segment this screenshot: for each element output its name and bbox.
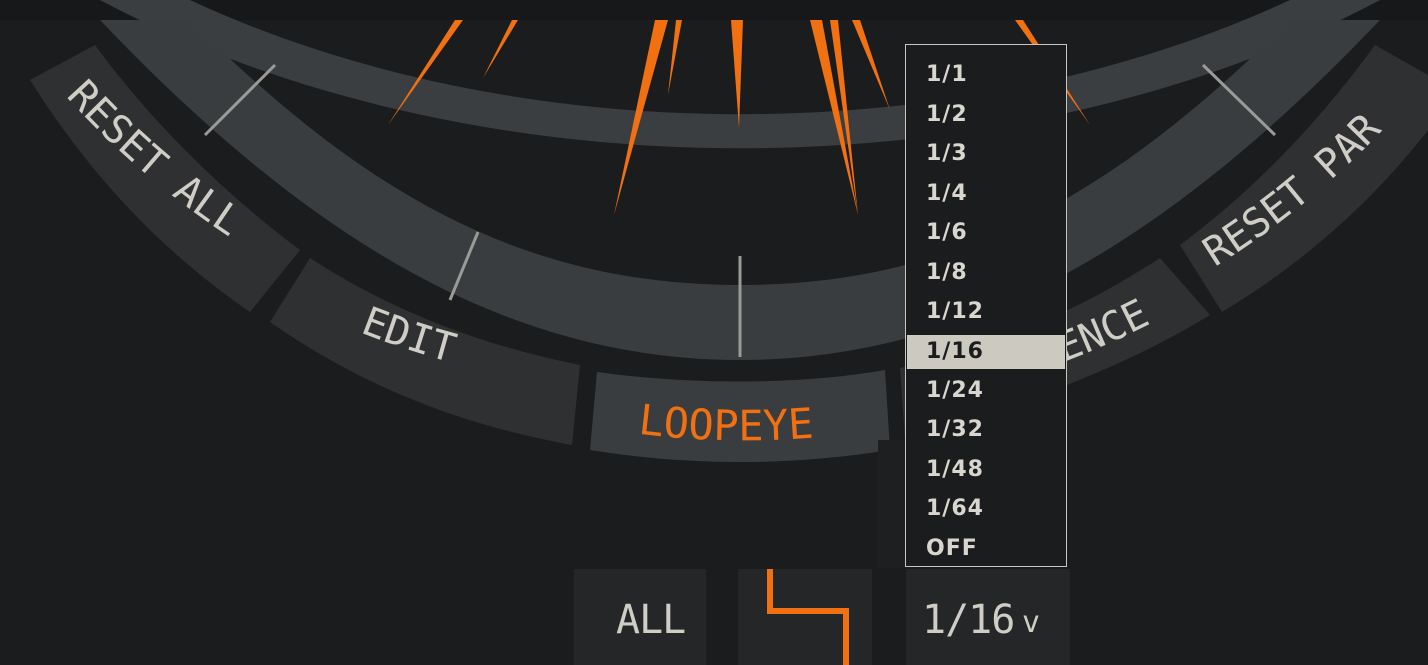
rate-option[interactable]: 1/6 — [906, 213, 1066, 253]
bottom-control-bar: ALL 1/16 v — [570, 569, 1070, 665]
rate-option[interactable]: 1/3 — [906, 134, 1066, 174]
rate-option[interactable]: 1/12 — [906, 292, 1066, 332]
rate-option[interactable]: 1/1 — [906, 55, 1066, 95]
step-wave-icon — [767, 569, 849, 665]
dropdown-shadow — [878, 440, 908, 568]
rate-option[interactable]: 1/8 — [906, 253, 1066, 293]
step-shape-button[interactable] — [738, 569, 872, 665]
rate-option-selected[interactable]: 1/16 — [907, 334, 1065, 369]
rate-option[interactable]: OFF — [906, 529, 1066, 569]
loopeye-label: LOOPEYE — [636, 395, 815, 450]
all-button[interactable]: ALL — [574, 569, 706, 665]
rate-option[interactable]: 1/4 — [906, 174, 1066, 214]
rate-dropdown-list[interactable]: 1/1 1/2 1/3 1/4 1/6 1/8 1/12 1/16 1/24 1… — [905, 44, 1067, 567]
rate-value: 1/16 — [922, 597, 1015, 643]
rate-option[interactable]: 1/64 — [906, 489, 1066, 529]
loopeye-ring-display: RESET ALL EDIT LOOPEYE ENCE RESET PAR — [0, 0, 1428, 568]
rate-option[interactable]: 1/32 — [906, 410, 1066, 450]
rate-option[interactable]: 1/24 — [906, 371, 1066, 411]
all-label: ALL — [616, 597, 686, 643]
rate-option[interactable]: 1/2 — [906, 95, 1066, 135]
chevron-down-icon: v — [1022, 605, 1040, 640]
rate-dropdown-button[interactable]: 1/16 v — [906, 569, 1070, 665]
rate-option[interactable]: 1/48 — [906, 450, 1066, 490]
